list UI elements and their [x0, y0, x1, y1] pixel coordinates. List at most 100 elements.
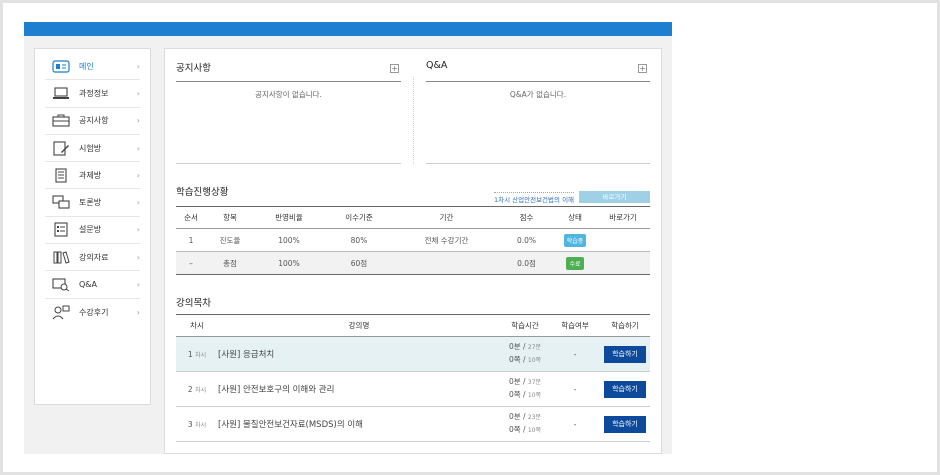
- main-icon: [52, 59, 70, 73]
- score-cell: 0.0점: [517, 258, 536, 268]
- pages-total: 10쪽: [527, 427, 542, 434]
- col-header: 학습시간: [511, 321, 539, 330]
- notice-more-button[interactable]: +: [390, 64, 399, 73]
- qa-title: Q&A: [426, 60, 448, 71]
- col-header: 학습여부: [561, 321, 589, 330]
- pages-total: 10쪽: [527, 357, 542, 364]
- qa-bottom-rule: [426, 163, 650, 164]
- sidebar-item-qa[interactable]: Q&A ›: [45, 271, 140, 299]
- sidebar-item-label: 공지사항: [79, 116, 109, 126]
- sidebar-item-exam[interactable]: 시험방 ›: [45, 135, 140, 163]
- study-button[interactable]: 학습하기: [604, 345, 646, 363]
- main-panel: 공지사항 + 공지사항이 없습니다. Q&A + Q&A가 없습니다. 학습진행…: [164, 48, 662, 454]
- time-total: 27분: [527, 344, 542, 351]
- divider: [413, 77, 414, 164]
- completion-cell: -: [573, 384, 577, 394]
- time-total: 23분: [527, 414, 542, 421]
- table-row: 2 차시 [사원] 안전보호구의 이해와 관리 0분 / 37분 0쪽 / 10쪽…: [176, 372, 650, 407]
- status-badge: 수료: [566, 256, 584, 270]
- top-bar: [24, 22, 672, 36]
- lms-main-page: 메인 › 과정정보 › 공지사항 › 시험방 › 과제방 › 토론방 › 설문방…: [24, 22, 672, 454]
- study-button[interactable]: 학습하기: [604, 415, 646, 433]
- current-lesson-link[interactable]: 1차시 산업안전보건법의 이해: [494, 192, 575, 204]
- qa-empty-message: Q&A가 없습니다.: [509, 90, 567, 99]
- time-watched: 0분 /: [508, 342, 528, 351]
- time-total: 37분: [527, 379, 542, 386]
- sidebar-item-discussion[interactable]: 토론방 ›: [45, 189, 140, 217]
- sidebar-item-label: 수강후기: [79, 307, 109, 317]
- pages-total: 10쪽: [527, 392, 542, 399]
- go-button[interactable]: 바로가기: [579, 191, 650, 203]
- criteria-cell: 80%: [350, 235, 368, 245]
- item-cell: 총점: [223, 258, 237, 268]
- chevron-right-icon: ›: [136, 116, 140, 126]
- completion-cell: -: [573, 349, 577, 359]
- sidebar-item-label: 과제방: [79, 170, 102, 180]
- order-cell: 1: [188, 235, 194, 245]
- person-icon: [52, 305, 70, 320]
- item-cell: 진도율: [219, 235, 241, 245]
- col-header: 순서: [184, 213, 198, 222]
- time-watched: 0분 /: [508, 412, 528, 421]
- status-badge: 학습중: [563, 233, 587, 247]
- col-header: 학습하기: [611, 321, 639, 330]
- lesson-unit: 차시: [195, 351, 207, 359]
- study-button[interactable]: 학습하기: [604, 380, 646, 398]
- sidebar-item-label: 토론방: [79, 198, 102, 208]
- sidebar-item-materials[interactable]: 강의자료 ›: [45, 244, 140, 272]
- qa-icon: [52, 278, 70, 292]
- lesson-name: [사원] 물질안전보건자료(MSDS)의 이해: [218, 420, 363, 430]
- bag-icon: [52, 114, 70, 128]
- ratio-cell: 100%: [278, 235, 300, 245]
- progress-table: 순서 항목 반영비율 이수기준 기간 점수 상태 바로가기 1 진도율 100%…: [176, 206, 650, 275]
- edit-icon: [52, 140, 70, 156]
- notice-rule: [176, 81, 401, 82]
- lesson-unit: 차시: [195, 386, 207, 394]
- sidebar-item-review[interactable]: 수강후기 ›: [45, 299, 140, 326]
- qa-rule: [426, 81, 650, 82]
- list-icon: [52, 222, 70, 237]
- sidebar-item-label: 메인: [79, 61, 94, 71]
- document-icon: [52, 168, 70, 183]
- col-header: 강의명: [348, 321, 370, 330]
- chevron-right-icon: ›: [136, 198, 140, 208]
- notice-title: 공지사항: [176, 63, 211, 74]
- col-header: 바로가기: [609, 213, 637, 222]
- col-header: 반영비율: [275, 213, 303, 222]
- qa-more-button[interactable]: +: [638, 64, 647, 73]
- chevron-right-icon: ›: [136, 225, 140, 235]
- lesson-number: 2: [187, 384, 193, 394]
- progress-title: 학습진행상황: [176, 187, 229, 198]
- col-header: 이수기준: [345, 213, 373, 222]
- sidebar-item-notice[interactable]: 공지사항 ›: [45, 108, 140, 135]
- order-cell: –: [189, 258, 193, 268]
- table-row: – 총점 100% 60점 0.0점 수료: [176, 251, 650, 275]
- period-cell: 전체 수강기간: [424, 235, 469, 245]
- sidebar-item-main[interactable]: 메인 ›: [45, 53, 140, 81]
- sidebar-item-assignment[interactable]: 과제방 ›: [45, 162, 140, 190]
- chevron-right-icon: ›: [136, 252, 140, 262]
- chevron-right-icon: ›: [136, 280, 140, 290]
- col-header: 기간: [439, 213, 454, 222]
- lesson-number: 3: [187, 419, 193, 429]
- sidebar-item-course-info[interactable]: 과정정보 ›: [45, 80, 140, 108]
- pages-read: 0쪽 /: [508, 390, 528, 399]
- ratio-cell: 100%: [278, 258, 300, 268]
- table-row: 1 차시 [사원] 응급처치 0분 / 27분 0쪽 / 10쪽 - 학습하기: [176, 336, 650, 372]
- sidebar: 메인 › 과정정보 › 공지사항 › 시험방 › 과제방 › 토론방 › 설문방…: [34, 48, 151, 405]
- lesson-name: [사원] 응급처치: [218, 350, 275, 360]
- lectures-title: 강의목차: [176, 298, 211, 309]
- col-header: 점수: [519, 213, 534, 222]
- col-header: 차시: [190, 321, 204, 330]
- col-header: 항목: [223, 213, 237, 222]
- notice-empty-message: 공지사항이 없습니다.: [255, 90, 322, 99]
- sidebar-item-label: 과정정보: [79, 88, 109, 98]
- chevron-right-icon: ›: [136, 61, 140, 71]
- sidebar-item-survey[interactable]: 설문방 ›: [45, 217, 140, 245]
- completion-cell: -: [573, 419, 577, 429]
- pages-read: 0쪽 /: [508, 355, 528, 364]
- period-cell: [394, 252, 499, 275]
- lesson-name: [사원] 안전보호구의 이해와 관리: [218, 385, 335, 395]
- sidebar-item-label: 시험방: [79, 143, 102, 153]
- chevron-right-icon: ›: [136, 307, 140, 317]
